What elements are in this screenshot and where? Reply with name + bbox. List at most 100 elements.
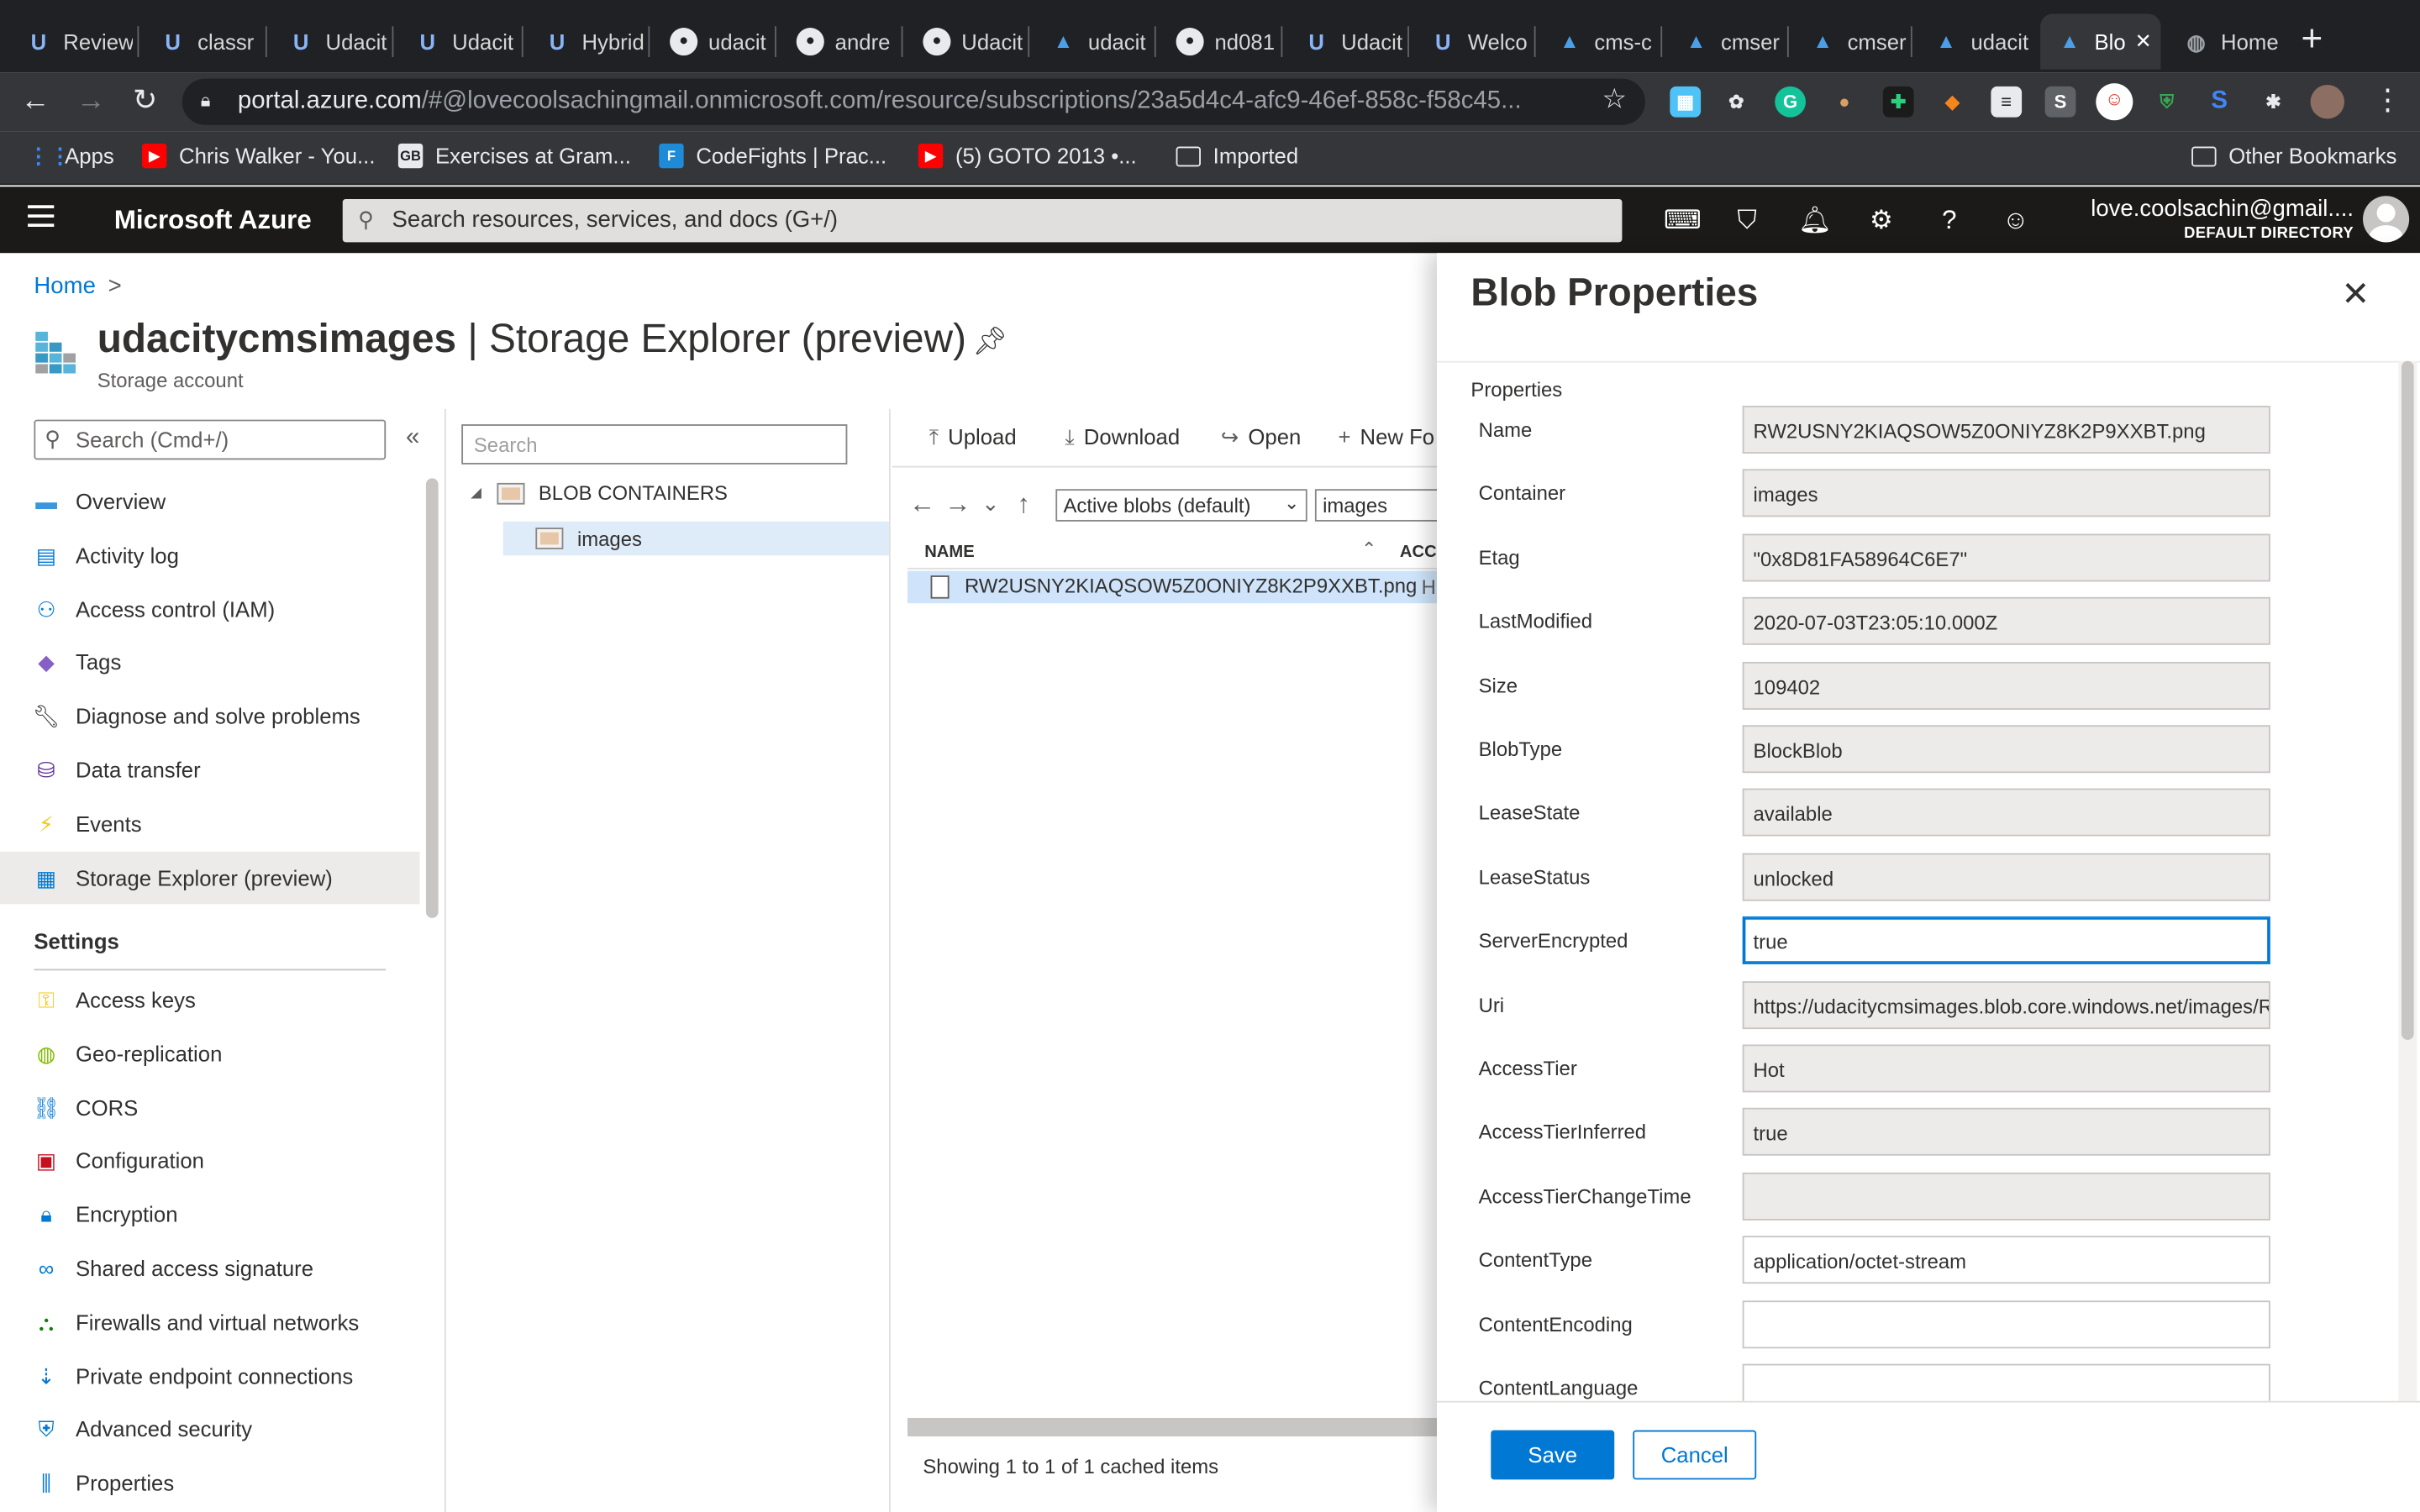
menu-item-geo-replication[interactable]: ◍ Geo-replication xyxy=(0,1027,420,1079)
extension-icon[interactable]: S xyxy=(2044,86,2076,118)
menu-search-input[interactable]: ⚲ Search (Cmd+/) xyxy=(34,419,387,460)
menu-scrollbar[interactable] xyxy=(425,478,439,918)
browser-tab[interactable]: U Udacit xyxy=(271,14,389,70)
browser-tab[interactable]: ▲ cmser xyxy=(1793,14,1911,70)
back-arrow-icon[interactable]: ← xyxy=(15,81,55,122)
sort-ascending-icon[interactable]: ⌃ xyxy=(1361,538,1376,560)
property-field-accesstierchangetime[interactable] xyxy=(1742,1172,2270,1221)
bookmark-chris-walker[interactable]: ▶ Chris Walker - You... xyxy=(141,143,375,169)
menu-item-events[interactable]: ⚡︎ Events xyxy=(0,797,420,849)
blob-filter-select[interactable]: Active blobs (default) ⌄ xyxy=(1055,489,1307,522)
menu-kebab-icon[interactable]: ⋮ xyxy=(2368,81,2408,122)
portal-brand[interactable]: Microsoft Azure xyxy=(114,205,312,236)
property-field-leasestatus[interactable]: unlocked xyxy=(1742,853,2270,901)
browser-tab[interactable]: ● nd081 xyxy=(1160,14,1278,70)
browser-tab[interactable]: U Udacit xyxy=(398,14,516,70)
menu-item-tags[interactable]: ◆ Tags xyxy=(0,636,420,688)
close-tab-icon[interactable]: ✕ xyxy=(2135,29,2152,54)
extension-icon[interactable]: ≡ xyxy=(1991,86,2023,118)
bookmark-imported[interactable]: Imported xyxy=(1176,144,1298,168)
horizontal-scrollbar[interactable] xyxy=(908,1417,1448,1436)
help-icon[interactable]: ? xyxy=(1933,203,1966,237)
property-field-serverencrypted[interactable]: true xyxy=(1742,916,2270,965)
back-arrow-icon[interactable]: ← xyxy=(909,489,935,520)
property-field-name[interactable]: RW2USNY2KIAQSOW5Z0ONIYZ8K2P9XXBT.png xyxy=(1742,406,2270,454)
avatar[interactable] xyxy=(2363,196,2410,243)
cloud-shell-icon[interactable]: ⌨ xyxy=(1664,203,1702,237)
property-field-contentencoding[interactable] xyxy=(1742,1299,2270,1348)
menu-item-overview[interactable]: ▬ Overview xyxy=(0,475,420,528)
breadcrumb-home-link[interactable]: Home xyxy=(34,273,95,299)
menu-item-data-transfer[interactable]: ⛁ Data transfer xyxy=(0,743,420,795)
bookmark-other[interactable]: Other Bookmarks xyxy=(2191,144,2396,168)
browser-tab[interactable]: U Welco xyxy=(1413,14,1531,70)
menu-item-activity-log[interactable]: ▤ Activity log xyxy=(0,529,420,581)
path-input[interactable]: images xyxy=(1314,489,1455,522)
property-field-size[interactable]: 109402 xyxy=(1742,661,2270,710)
new-folder-button[interactable]: + New Fo xyxy=(1338,424,1434,449)
directory-filter-icon[interactable]: ⛉ xyxy=(1730,203,1764,237)
new-tab-button[interactable]: + xyxy=(2291,18,2333,61)
bookmark-codefights[interactable]: F CodeFights | Prac... xyxy=(659,143,886,169)
save-button[interactable]: Save xyxy=(1491,1430,1615,1480)
browser-tab[interactable]: ▲ udacit xyxy=(1917,14,2031,70)
property-field-contenttype[interactable]: application/octet-stream xyxy=(1742,1236,2270,1284)
open-button[interactable]: ↪ Open xyxy=(1221,424,1301,450)
property-field-lastmodified[interactable]: 2020-07-03T23:05:10.000Z xyxy=(1742,597,2270,646)
menu-item-encryption[interactable]: 🔒︎ Encryption xyxy=(0,1189,420,1241)
property-field-container[interactable]: images xyxy=(1742,470,2270,518)
property-field-leasestate[interactable]: available xyxy=(1742,789,2270,837)
browser-tab[interactable]: ▲ cmser xyxy=(1667,14,1785,70)
menu-item-cors[interactable]: ⛓ CORS xyxy=(0,1081,420,1133)
hamburger-menu-icon[interactable] xyxy=(28,205,55,227)
browser-tab[interactable]: ● andre xyxy=(781,14,898,70)
close-icon[interactable]: ✕ xyxy=(2341,275,2370,315)
tree-node-blob-containers[interactable]: ◢ BLOB CONTAINERS xyxy=(471,481,728,505)
reload-icon[interactable]: ↻ xyxy=(125,81,166,122)
bookmark-exercises[interactable]: GB Exercises at Gram... xyxy=(397,143,631,169)
browser-tab[interactable]: U Review xyxy=(9,14,133,70)
browser-tab[interactable]: ▲ Blo ✕ xyxy=(2040,13,2161,70)
extension-icon[interactable]: ✚ xyxy=(1882,86,1914,118)
menu-item-access-control-iam[interactable]: ⚇ Access control (IAM) xyxy=(0,583,420,635)
url-text[interactable]: portal.azure.com/#@lovecoolsachingmail.o… xyxy=(238,88,1596,116)
browser-tab[interactable]: ▲ udacit xyxy=(1034,14,1152,70)
gear-icon[interactable]: ⚙ xyxy=(1865,203,1898,237)
menu-item-properties[interactable]: ⫼ Properties xyxy=(0,1457,420,1509)
chevron-down-icon[interactable]: ⌄ xyxy=(981,491,1000,517)
menu-item-private-endpoint-connections[interactable]: ⇣ Private endpoint connections xyxy=(0,1349,420,1401)
column-access-header[interactable]: ACC xyxy=(1400,543,1437,562)
bookmark-goto[interactable]: ▶ (5) GOTO 2013 •... xyxy=(918,143,1137,169)
panel-scrollbar[interactable] xyxy=(2398,360,2417,1401)
table-row[interactable]: RW2USNY2KIAQSOW5Z0ONIYZ8K2P9XXBT.png H xyxy=(908,570,1448,604)
shield-icon[interactable]: ⛨ xyxy=(2151,87,2182,118)
menu-item-firewalls-and-virtual-networks[interactable]: ⛬ Firewalls and virtual networks xyxy=(0,1295,420,1347)
browser-tab[interactable]: ◍ Home xyxy=(2167,14,2296,70)
bell-icon[interactable]: 🔔︎ xyxy=(1798,203,1832,237)
browser-tab[interactable]: Uclassr xyxy=(144,14,261,70)
pin-icon[interactable]: 📌︎ xyxy=(972,326,1007,359)
forward-arrow-icon[interactable]: → xyxy=(944,489,971,520)
up-arrow-icon[interactable]: ↑ xyxy=(1017,489,1030,520)
menu-item-diagnose-and-solve-problems[interactable]: 🔧︎ Diagnose and solve problems xyxy=(0,690,420,742)
bookmark-star-icon[interactable]: ☆ xyxy=(1602,83,1628,116)
bookmark-apps[interactable]: ⋮⋮ Apps xyxy=(28,144,114,168)
extension-icon[interactable]: ✿ xyxy=(1721,87,1752,118)
menu-item-access-keys[interactable]: ⚿ Access keys xyxy=(0,974,420,1026)
tree-node-images[interactable]: images xyxy=(502,521,889,556)
download-button[interactable]: ⤓ Download xyxy=(1065,424,1180,450)
forward-arrow-icon[interactable]: → xyxy=(71,81,111,122)
extension-icon[interactable]: S xyxy=(2204,87,2235,118)
browser-tab[interactable]: ● Udacit xyxy=(908,14,1025,70)
browser-tab[interactable]: ● udacit xyxy=(655,14,772,70)
account-info[interactable]: love.coolsachin@gmail.... DEFAULT DIRECT… xyxy=(1991,196,2354,242)
upload-button[interactable]: ⤒ Upload xyxy=(929,424,1017,450)
address-bar[interactable]: 🔒︎ portal.azure.com/#@lovecoolsachingmai… xyxy=(182,78,1645,125)
menu-item-advanced-security[interactable]: ⛨ Advanced security xyxy=(0,1403,420,1455)
property-field-etag[interactable]: "0x8D81FA58964C6E7" xyxy=(1742,533,2270,582)
browser-tab[interactable]: U Hybrid xyxy=(528,14,645,70)
cancel-button[interactable]: Cancel xyxy=(1633,1430,1757,1480)
column-name-header[interactable]: NAME xyxy=(924,543,974,562)
property-field-accesstier[interactable]: Hot xyxy=(1742,1044,2270,1093)
property-field-blobtype[interactable]: BlockBlob xyxy=(1742,725,2270,774)
